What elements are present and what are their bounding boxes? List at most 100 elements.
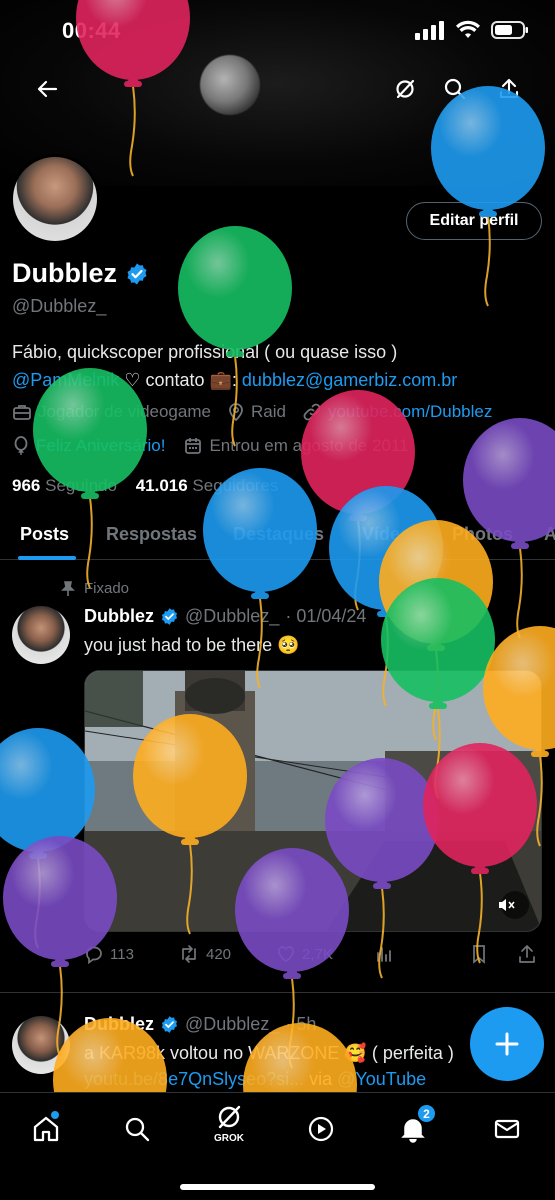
post-date[interactable]: · 01/04/24 (285, 606, 366, 627)
birthday-text[interactable]: Feliz Aniversário! (36, 436, 165, 456)
post-video[interactable]: 4: (84, 670, 542, 932)
profile-website-link[interactable]: youtube.com/Dubblez (328, 402, 492, 422)
link-icon (303, 403, 321, 421)
post-author-name[interactable]: Dubblez (84, 1014, 154, 1035)
post-text-line-2: youtu.be/8e7QnSlyseo?si... via @YouTube (84, 1069, 426, 1090)
repost-button[interactable]: 420 (178, 944, 231, 964)
mute-toggle[interactable] (497, 897, 515, 918)
post-author-name[interactable]: Dubblez (84, 606, 154, 627)
nav-search[interactable] (115, 1107, 159, 1151)
search-button[interactable] (438, 72, 472, 106)
verified-badge-icon (161, 1016, 178, 1033)
grok-label: GROK (214, 1133, 244, 1144)
repost-icon (182, 945, 196, 963)
verified-badge-icon[interactable] (125, 262, 149, 286)
active-tab-indicator (18, 556, 76, 560)
video-game-scene (85, 671, 541, 931)
notifications-badge: 2 (417, 1104, 436, 1123)
views-icon (377, 947, 391, 962)
pinned-indicator: Fixado (60, 580, 129, 597)
post-author-handle[interactable]: @Dubblez_ (185, 1014, 279, 1035)
bookmark-icon (473, 945, 485, 964)
reply-icon (86, 946, 102, 964)
home-new-dot (51, 1111, 59, 1119)
tab-highlights[interactable]: Destaques (233, 524, 324, 545)
grok-icon (396, 79, 415, 99)
arrow-left-icon (37, 80, 58, 98)
bio-mention-link[interactable]: @PamMelnik (12, 370, 119, 390)
status-icons (415, 20, 529, 40)
nav-video[interactable] (299, 1107, 343, 1151)
play-circle-icon (308, 1116, 334, 1142)
reply-count: 113 (110, 945, 134, 963)
profile-meta-row-1: Jogador de videogame Raid youtube.com/Du… (12, 402, 492, 422)
signal-icon (415, 21, 444, 40)
grok-profile-button[interactable] (388, 72, 422, 106)
following-count: 966 (12, 476, 41, 495)
profile-location: Raid (250, 402, 286, 421)
balloon (0, 728, 95, 949)
edit-profile-button[interactable]: Editar perfil (406, 202, 542, 240)
share-icon (499, 78, 519, 99)
like-button[interactable]: 2,7K (276, 944, 333, 964)
post-share-button[interactable] (518, 944, 536, 964)
post-avatar[interactable] (12, 606, 70, 664)
like-count: 2,7K (302, 945, 333, 963)
pinned-label: Fixado (84, 580, 130, 597)
post-header: Dubblez @Dubblez_ · 5h (84, 1014, 316, 1035)
share-button[interactable] (492, 72, 526, 106)
bio-line-1: Fábio, quickscoper profissional ( ou qua… (12, 342, 398, 362)
nav-home[interactable] (24, 1107, 68, 1151)
following-link[interactable]: 966 Seguindo (12, 476, 117, 495)
reply-button[interactable]: 113 (84, 944, 134, 964)
speaker-muted-icon (499, 899, 515, 911)
post-actions: 113 420 2,7K (84, 944, 536, 968)
tab-posts[interactable]: Posts (20, 524, 69, 545)
profile-tabs: Posts Respostas Destaques Vídeos Photos … (0, 512, 555, 560)
search-icon (125, 1117, 150, 1142)
nav-grok[interactable]: GROK (207, 1101, 251, 1145)
nav-messages[interactable] (485, 1107, 529, 1151)
followers-count: 41.016 (135, 476, 188, 495)
following-label: Seguindo (45, 476, 117, 495)
bio-contact-text: contato 💼: (140, 370, 242, 390)
profile-meta-row-2: Feliz Aniversário! Entrou em agosto de 2… (12, 436, 409, 456)
banner-moon-image (200, 55, 260, 115)
post-text-line-1: a KAR98k voltou no WARZONE 🥰 ( perfeita … (84, 1043, 454, 1063)
bookmark-button[interactable] (470, 944, 488, 964)
post-author-handle[interactable]: @Dubblez_ (185, 606, 279, 627)
views-button[interactable] (374, 944, 394, 964)
nav-notifications[interactable]: 2 (391, 1104, 436, 1151)
calendar-icon (185, 438, 202, 454)
tab-videos[interactable]: Vídeos (362, 524, 421, 545)
back-button[interactable] (30, 72, 64, 106)
status-time: 00:44 (62, 18, 121, 43)
followers-link[interactable]: 41.016 Seguidores (136, 476, 279, 495)
tab-articles[interactable]: A (544, 524, 555, 545)
post-via-text: via (304, 1069, 338, 1089)
briefcase-icon (13, 405, 31, 420)
profile-name: Dubblez (12, 258, 117, 288)
mail-icon (494, 1119, 520, 1139)
battery-icon (491, 21, 528, 39)
profile-handle: @Dubblez_ (12, 296, 107, 316)
post-avatar[interactable] (12, 1016, 70, 1074)
post-video-link[interactable]: youtu.be/8e7QnSlyseo?si... (84, 1069, 304, 1089)
bio-line-2: @PamMelnik ♡ contato 💼: dubblez@gamerbiz… (12, 370, 457, 391)
post-date[interactable]: · 5h (285, 1014, 316, 1035)
profile-name-row: Dubblez (12, 258, 149, 289)
balloon (301, 390, 415, 611)
follow-stats: 966 Seguindo 41.016 Seguidores (12, 476, 278, 496)
search-icon (444, 78, 466, 100)
share-icon (519, 945, 535, 963)
compose-post-button[interactable] (470, 1007, 544, 1081)
tab-replies[interactable]: Respostas (106, 524, 197, 545)
home-indicator (180, 1184, 375, 1190)
joined-date: Entrou em agosto de 2011 (209, 436, 409, 455)
bio-email-link[interactable]: dubblez@gamerbiz.com.br (242, 370, 457, 390)
post-header: Dubblez @Dubblez_ · 01/04/24 (84, 606, 366, 627)
repost-count: 420 (206, 945, 232, 963)
profile-avatar[interactable] (10, 154, 100, 244)
tab-photos[interactable]: Photos (452, 524, 513, 545)
post-mention-link[interactable]: @YouTube (337, 1069, 426, 1089)
